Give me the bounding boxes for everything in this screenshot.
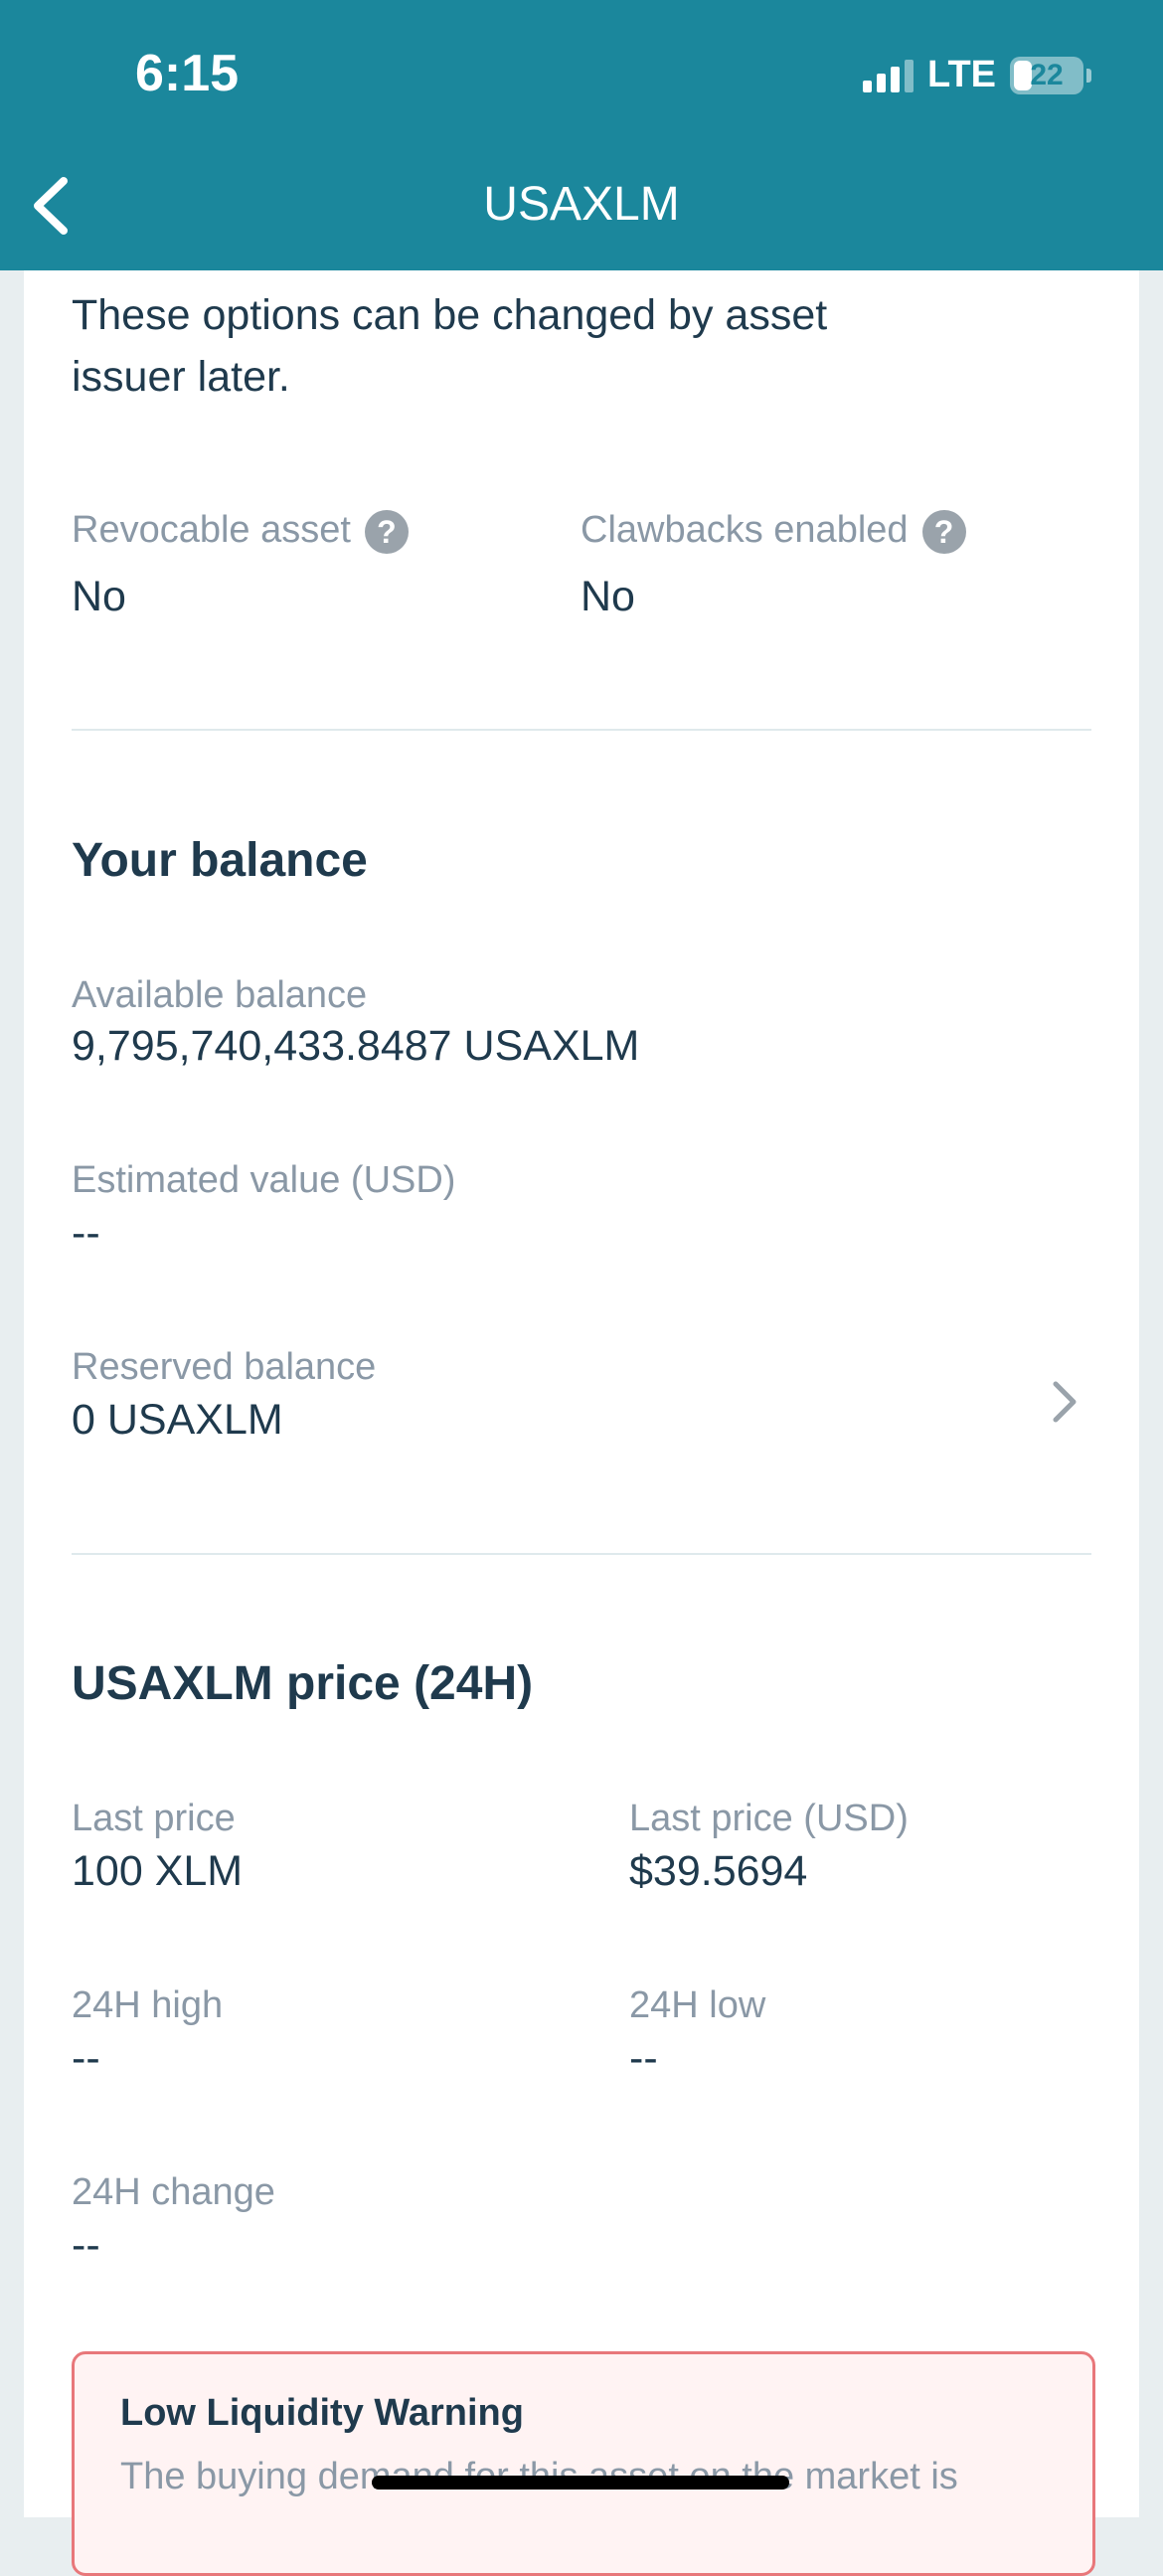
battery-icon: 22 bbox=[1010, 56, 1091, 94]
24h-change-label: 24H change bbox=[72, 2171, 275, 2213]
reserved-balance-row[interactable]: Reserved balance 0 USAXLM bbox=[72, 1332, 1091, 1471]
estimated-value-label: Estimated value (USD) bbox=[72, 1159, 456, 1201]
app-header: 6:15 LTE 22 USAXLM bbox=[0, 0, 1163, 270]
home-indicator[interactable] bbox=[372, 2476, 789, 2490]
last-price-usd-value: $39.5694 bbox=[629, 1847, 808, 1895]
warning-title: Low Liquidity Warning bbox=[120, 2392, 524, 2434]
clawback-value: No bbox=[581, 573, 635, 620]
clawback-label-text: Clawbacks enabled bbox=[581, 509, 909, 551]
24h-low-label: 24H low bbox=[629, 1984, 766, 2026]
low-liquidity-warning: Low Liquidity Warning The buying demand … bbox=[72, 2351, 1095, 2576]
help-icon[interactable]: ? bbox=[921, 509, 966, 554]
reserved-balance-label: Reserved balance bbox=[72, 1346, 377, 1388]
network-type: LTE bbox=[927, 54, 996, 95]
revocable-label: Revocable asset? bbox=[72, 509, 409, 554]
revocable-label-text: Revocable asset bbox=[72, 509, 351, 551]
page-title: USAXLM bbox=[483, 178, 680, 231]
24h-change-value: -- bbox=[72, 2221, 100, 2269]
clawback-label: Clawbacks enabled? bbox=[581, 509, 966, 554]
signal-icon bbox=[863, 59, 914, 92]
divider bbox=[72, 1553, 1091, 1555]
24h-low-value: -- bbox=[629, 2034, 658, 2082]
reserved-balance-value: 0 USAXLM bbox=[72, 1396, 283, 1444]
status-indicators: LTE 22 bbox=[863, 54, 1091, 96]
flags-intro: These options can be changed by asset is… bbox=[72, 291, 828, 401]
battery-level: 22 bbox=[1030, 58, 1064, 91]
last-price-usd-label: Last price (USD) bbox=[629, 1798, 909, 1839]
available-balance-value: 9,795,740,433.8487 USAXLM bbox=[72, 1022, 640, 1070]
divider bbox=[72, 729, 1091, 731]
last-price-value: 100 XLM bbox=[72, 1847, 244, 1895]
24h-high-value: -- bbox=[72, 2034, 100, 2082]
available-balance-label: Available balance bbox=[72, 974, 368, 1016]
24h-high-label: 24H high bbox=[72, 1984, 224, 2026]
status-time: 6:15 bbox=[135, 45, 240, 102]
last-price-label: Last price bbox=[72, 1798, 236, 1839]
price-section-title: USAXLM price (24H) bbox=[72, 1657, 534, 1710]
help-icon[interactable]: ? bbox=[364, 509, 409, 554]
revocable-value: No bbox=[72, 573, 126, 620]
balance-section-title: Your balance bbox=[72, 834, 368, 887]
chevron-right-icon bbox=[1053, 1381, 1077, 1423]
estimated-value: -- bbox=[72, 1209, 100, 1257]
